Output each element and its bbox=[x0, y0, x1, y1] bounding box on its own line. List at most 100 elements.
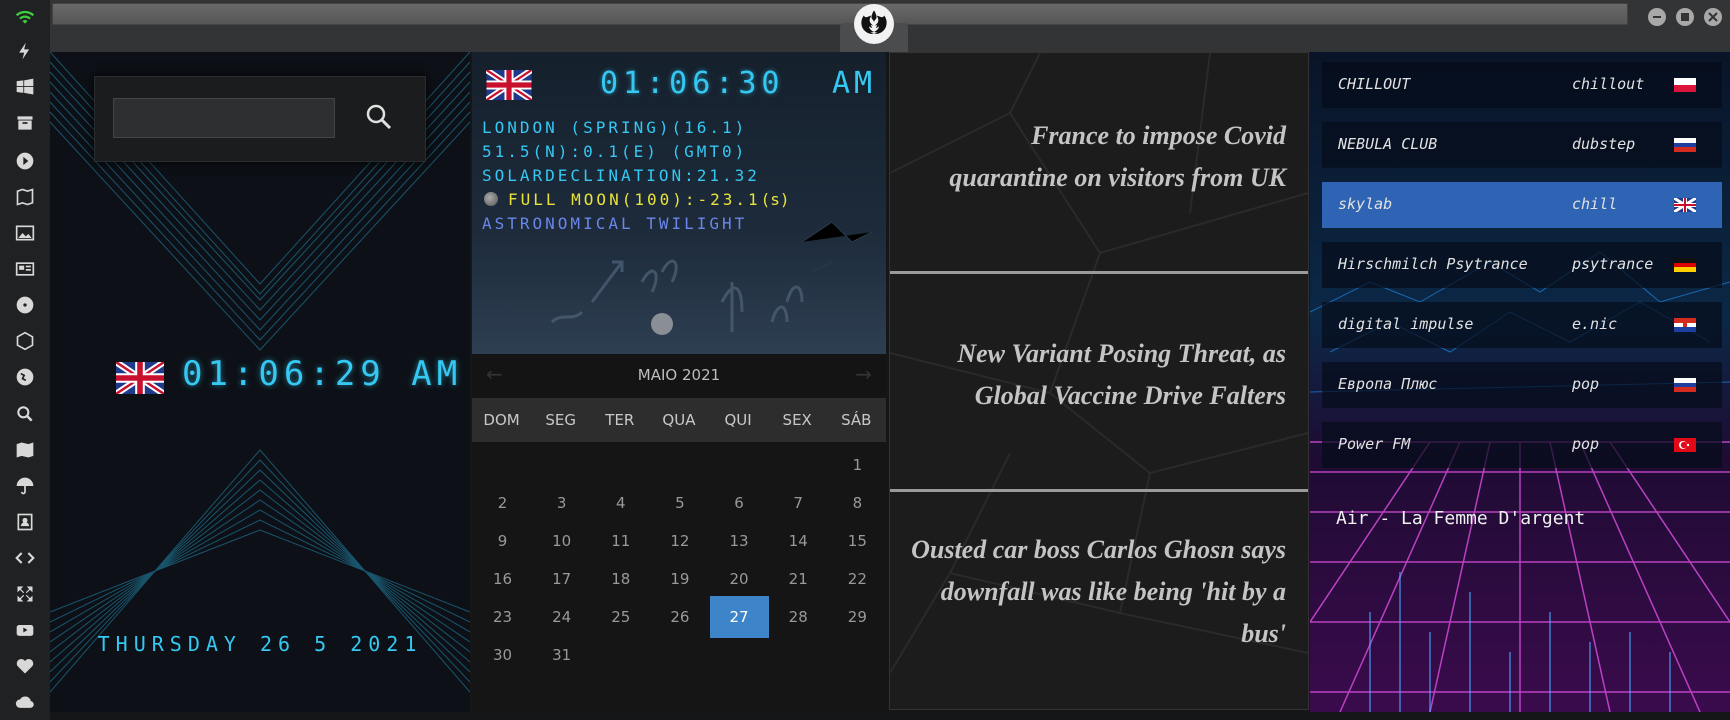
news-item[interactable]: France to impose Covid quarantine on vis… bbox=[910, 115, 1286, 199]
russia-flag-icon bbox=[1674, 378, 1696, 392]
calendar-day-selected[interactable]: 27 bbox=[709, 596, 769, 638]
calendar-day[interactable]: 14 bbox=[769, 520, 828, 562]
calendar-day[interactable]: 16 bbox=[473, 558, 532, 600]
radio-widget: CHILLOUT chillout NEBULA CLUB dubstep skylab… bbox=[1310, 52, 1730, 712]
calendar-day[interactable]: 24 bbox=[532, 596, 591, 638]
close-button[interactable] bbox=[1704, 8, 1722, 26]
maximize-button[interactable] bbox=[1676, 8, 1694, 26]
weekday-header: TER bbox=[605, 411, 635, 429]
calendar-day[interactable]: 3 bbox=[532, 482, 591, 524]
station-genre: psytrance bbox=[1572, 255, 1654, 273]
calendar-day[interactable]: 17 bbox=[532, 558, 591, 600]
germany-flag-icon bbox=[1674, 258, 1696, 272]
calendar-day[interactable]: 13 bbox=[710, 520, 769, 562]
station-genre: pop bbox=[1572, 375, 1600, 393]
uk-flag-icon bbox=[1674, 198, 1696, 212]
news-item[interactable]: New Variant Posing Threat, as Global Vac… bbox=[910, 333, 1286, 417]
calendar-day[interactable]: 22 bbox=[828, 558, 886, 600]
image-icon[interactable] bbox=[12, 220, 38, 246]
news-item[interactable]: Ousted car boss Carlos Ghosn says downfa… bbox=[910, 529, 1286, 655]
calendar-day[interactable]: 15 bbox=[828, 520, 886, 562]
calendar-day[interactable]: 6 bbox=[710, 482, 769, 524]
calendar-day[interactable]: 12 bbox=[650, 520, 709, 562]
calendar-day[interactable]: 29 bbox=[828, 596, 886, 638]
weekday-header: DOM bbox=[483, 411, 520, 429]
calendar-day[interactable]: 20 bbox=[710, 558, 769, 600]
calendar-day[interactable]: 8 bbox=[828, 482, 886, 524]
weekday-header: SÁB bbox=[841, 411, 872, 429]
cloud-icon[interactable] bbox=[12, 689, 38, 715]
search-icon[interactable] bbox=[12, 401, 38, 427]
station-name: NEBULA CLUB bbox=[1338, 135, 1438, 153]
calendar-header: ← MAIO 2021 → bbox=[472, 354, 886, 396]
news-widget: France to impose Covid quarantine on vis… bbox=[889, 52, 1309, 710]
next-month-button[interactable]: → bbox=[855, 362, 872, 386]
calendar-day[interactable]: 4 bbox=[591, 482, 650, 524]
calendar-day[interactable]: 10 bbox=[532, 520, 591, 562]
hexagon-icon[interactable] bbox=[12, 328, 38, 354]
station-row[interactable]: CHILLOUT chillout bbox=[1322, 62, 1722, 108]
calendar-day[interactable]: 7 bbox=[769, 482, 828, 524]
archive-icon[interactable] bbox=[12, 110, 38, 136]
station-genre: e.nic bbox=[1572, 315, 1618, 333]
calendar-day[interactable]: 25 bbox=[591, 596, 650, 638]
station-row[interactable]: Европа Плюс pop bbox=[1322, 362, 1722, 408]
calendar-day[interactable]: 23 bbox=[473, 596, 532, 638]
calendar-day[interactable]: 2 bbox=[473, 482, 532, 524]
calendar-day[interactable]: 31 bbox=[532, 634, 591, 676]
search-button[interactable] bbox=[363, 101, 395, 133]
astro-info: 01:06:30 AM LONDON (SPRING)(16.1) 51.5(N… bbox=[472, 52, 886, 354]
calendar-day[interactable]: 21 bbox=[769, 558, 828, 600]
current-date: THURSDAY 26 5 2021 bbox=[97, 632, 423, 656]
russia-flag-icon bbox=[1674, 138, 1696, 152]
weekday-header: QUA bbox=[662, 411, 696, 429]
radioactive-icon[interactable] bbox=[12, 292, 38, 318]
newspaper-icon[interactable] bbox=[12, 256, 38, 282]
calendar-title: MAIO 2021 bbox=[637, 366, 721, 384]
calendar-day[interactable]: 5 bbox=[650, 482, 709, 524]
heart-icon[interactable] bbox=[12, 653, 38, 679]
calendar-day[interactable]: 26 bbox=[650, 596, 709, 638]
address-bar[interactable] bbox=[52, 3, 1628, 25]
calendar-day[interactable]: 1 bbox=[828, 444, 886, 486]
minimize-button[interactable] bbox=[1648, 8, 1666, 26]
expand-icon[interactable] bbox=[12, 581, 38, 607]
sidebar bbox=[0, 0, 50, 720]
wifi-icon[interactable] bbox=[12, 4, 38, 30]
search-input[interactable] bbox=[113, 98, 335, 138]
bolt-icon[interactable] bbox=[12, 38, 38, 64]
youtube-icon[interactable] bbox=[12, 617, 38, 643]
calendar-day[interactable]: 9 bbox=[473, 520, 532, 562]
news-divider bbox=[890, 489, 1308, 492]
station-name: Power FM bbox=[1338, 435, 1411, 453]
station-row[interactable]: skylab chill bbox=[1322, 182, 1722, 228]
weekday-row: DOM SEG TER QUA QUI SEX SÁB bbox=[472, 398, 886, 442]
main-clock: 01:06:29 AM bbox=[182, 354, 463, 394]
calendar-day[interactable]: 11 bbox=[591, 520, 650, 562]
contacts-icon[interactable] bbox=[12, 509, 38, 535]
station-genre: pop bbox=[1572, 435, 1600, 453]
station-row[interactable]: Power FM pop bbox=[1322, 422, 1722, 468]
windows-icon[interactable] bbox=[12, 74, 38, 100]
uk-flag-icon bbox=[486, 70, 532, 100]
clock-widget: 01:06:29 AM THURSDAY 26 5 2021 bbox=[50, 52, 470, 712]
calendar-day[interactable]: 18 bbox=[591, 558, 650, 600]
play-icon[interactable] bbox=[12, 148, 38, 174]
globe-icon[interactable] bbox=[12, 364, 38, 390]
rebel-alliance-logo-icon[interactable] bbox=[854, 4, 894, 44]
calendar-day[interactable]: 30 bbox=[473, 634, 532, 676]
news-divider bbox=[890, 271, 1308, 274]
calendar-day[interactable]: 28 bbox=[769, 596, 828, 638]
umbrella-icon[interactable] bbox=[12, 473, 38, 499]
twilight-line: ASTRONOMICAL TWILIGHT bbox=[482, 214, 748, 233]
coords-line: 51.5(N):0.1(E) (GMT0) bbox=[482, 142, 748, 161]
moon-line: FULL MOON(100):-23.1(s) bbox=[508, 190, 790, 209]
code-icon[interactable] bbox=[12, 545, 38, 571]
station-row[interactable]: NEBULA CLUB dubstep bbox=[1322, 122, 1722, 168]
station-row[interactable]: Hirschmilch Psytrance psytrance bbox=[1322, 242, 1722, 288]
map-icon[interactable] bbox=[12, 437, 38, 463]
station-row[interactable]: digital impulse e.nic bbox=[1322, 302, 1722, 348]
map-book-icon[interactable] bbox=[12, 184, 38, 210]
calendar-day[interactable]: 19 bbox=[650, 558, 709, 600]
croatia-flag-icon bbox=[1674, 318, 1696, 332]
